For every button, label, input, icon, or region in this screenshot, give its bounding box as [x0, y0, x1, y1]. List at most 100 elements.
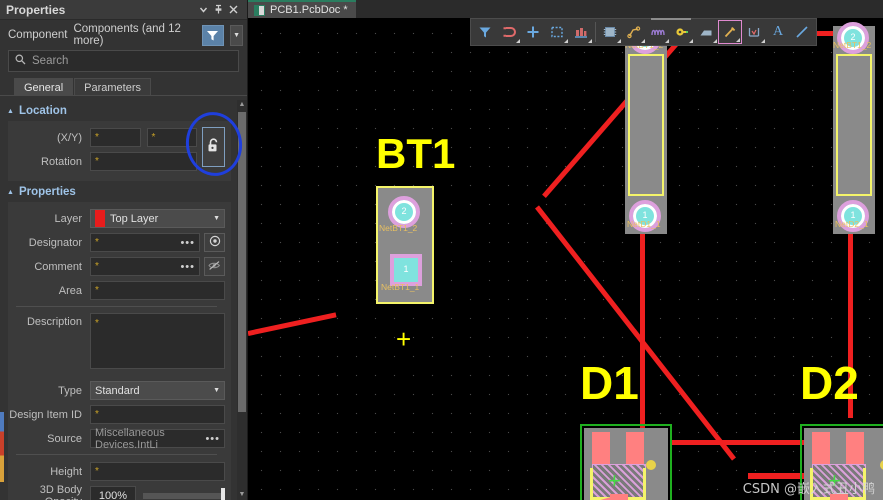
pad-number: 2	[850, 32, 856, 42]
rotation-input[interactable]: *	[90, 152, 197, 171]
search-input[interactable]	[32, 55, 232, 67]
collapse-arrow-icon: ▲	[7, 107, 14, 115]
pad-top-right[interactable]	[846, 432, 864, 468]
pad-1[interactable]: 1	[837, 200, 869, 232]
dropdown-corner-icon	[665, 39, 669, 43]
type-row: Type Standard ▼	[8, 380, 225, 401]
tab-general[interactable]: General	[14, 78, 74, 95]
designator-D2[interactable]: D2	[800, 356, 859, 410]
search-box[interactable]	[8, 50, 239, 72]
opacity-value[interactable]: 100%	[90, 486, 136, 500]
section-header-properties[interactable]: ▲ Properties	[0, 181, 247, 202]
location-lock-button[interactable]	[202, 127, 225, 167]
via-marker[interactable]	[646, 460, 656, 470]
pad-2[interactable]: 2	[837, 22, 869, 54]
close-icon[interactable]	[226, 2, 241, 17]
scroll-down-arrow-icon[interactable]: ▼	[238, 490, 246, 500]
pad-2[interactable]: 2	[388, 196, 420, 228]
pad-number: 1	[642, 210, 648, 220]
layer-value: Top Layer	[110, 212, 159, 225]
properties-group: Layer Top Layer ▼ Designator * ••• Comme…	[8, 202, 231, 500]
component-D1[interactable]: +	[578, 424, 672, 500]
height-row: Height *	[8, 461, 225, 482]
search-row	[0, 50, 247, 78]
type-select[interactable]: Standard ▼	[90, 381, 225, 400]
place-dimension-icon[interactable]	[742, 20, 766, 44]
comment-input[interactable]: * •••	[90, 257, 200, 276]
panel-tabs: General Parameters	[0, 78, 247, 96]
center-cross-marker: +	[608, 468, 621, 493]
section-header-location[interactable]: ▲ Location	[0, 100, 247, 121]
comment-visibility-button[interactable]	[204, 257, 225, 276]
align-icon[interactable]	[569, 20, 593, 44]
selection-marquee-icon[interactable]	[545, 20, 569, 44]
panel-title-bar: Properties	[0, 0, 247, 20]
silkscreen-outline	[628, 54, 664, 196]
filter-dropdown-button[interactable]: ▼	[230, 24, 243, 46]
designator-input[interactable]: * •••	[90, 233, 200, 252]
search-icon	[15, 54, 26, 68]
comment-label: Comment	[34, 260, 82, 273]
filter-icon[interactable]	[473, 20, 497, 44]
place-line-icon[interactable]	[718, 20, 742, 44]
dropdown-corner-icon	[617, 39, 621, 43]
description-input[interactable]: *	[90, 313, 225, 369]
tab-parameters[interactable]: Parameters	[74, 78, 151, 95]
properties-scrollbar[interactable]: ▲ ▼	[237, 100, 247, 500]
layer-select[interactable]: Top Layer ▼	[90, 209, 225, 228]
layer-color-strip	[0, 412, 4, 482]
component-resistor-far-right[interactable]: 2 1	[831, 22, 877, 236]
component-BT1[interactable]: 2 1	[376, 186, 434, 304]
designator-D1[interactable]: D1	[580, 356, 639, 410]
design-item-id-label: Design Item ID	[9, 408, 82, 421]
pcb-canvas[interactable]: BT1 2 1 NetBT1_2 NetBT1_1 + 2	[248, 18, 883, 500]
filter-button[interactable]	[201, 24, 225, 46]
place-fill-icon[interactable]	[694, 20, 718, 44]
document-tab-pcb1[interactable]: PCB1.PcbDoc *	[248, 0, 356, 18]
opacity-slider-thumb[interactable]	[221, 487, 225, 500]
route-track-icon[interactable]	[622, 20, 646, 44]
pad-1[interactable]: 1	[390, 254, 422, 286]
place-string-icon[interactable]: A	[766, 20, 790, 44]
crosshair-place-icon[interactable]	[521, 20, 545, 44]
scroll-up-arrow-icon[interactable]: ▲	[238, 100, 246, 110]
ellipsis-icon[interactable]: •••	[180, 237, 195, 249]
comment-row: Comment * •••	[8, 256, 225, 277]
component-resistor-right[interactable]: 2 1	[623, 22, 669, 236]
design-item-id-input[interactable]: *	[90, 405, 225, 424]
section-title-location: Location	[18, 105, 67, 117]
application-window: Properties Component Components (and 12 …	[0, 0, 883, 500]
pin-icon[interactable]	[211, 2, 226, 17]
place-arc-icon[interactable]	[646, 20, 670, 44]
ellipsis-icon[interactable]: •••	[205, 433, 220, 445]
pad-top-left[interactable]	[592, 432, 610, 468]
pad-top-right[interactable]	[626, 432, 644, 468]
pcb-document-icon	[254, 4, 265, 16]
y-input[interactable]: *	[146, 128, 197, 147]
source-value: Miscellaneous Devices.IntLi	[95, 426, 165, 451]
scrollbar-thumb[interactable]	[238, 112, 246, 412]
toolbar-separator	[595, 22, 596, 42]
dropdown-corner-icon	[736, 38, 740, 42]
collapse-arrow-icon: ▲	[7, 188, 14, 196]
type-label: Type	[58, 384, 82, 397]
height-input[interactable]: *	[90, 462, 225, 481]
area-row: Area *	[8, 280, 225, 301]
pad-1[interactable]: 1	[629, 200, 661, 232]
magnet-snap-icon[interactable]	[497, 20, 521, 44]
designator-BT1[interactable]: BT1	[376, 130, 455, 178]
opacity-slider[interactable]	[143, 487, 225, 500]
pad-number: 1	[850, 210, 856, 220]
place-track-icon[interactable]	[790, 20, 814, 44]
ellipsis-icon[interactable]: •••	[180, 261, 195, 273]
chevron-down-icon[interactable]	[196, 2, 211, 17]
eye-hidden-icon	[208, 260, 221, 274]
rotation-label: Rotation	[41, 155, 82, 168]
designator-visibility-button[interactable]	[204, 233, 225, 252]
designator-label: Designator	[28, 236, 82, 249]
place-component-icon[interactable]	[598, 20, 622, 44]
pad-bottom[interactable]	[610, 494, 628, 500]
place-via-icon[interactable]	[670, 20, 694, 44]
x-input[interactable]: *	[90, 128, 141, 147]
pad-top-left[interactable]	[812, 432, 830, 468]
